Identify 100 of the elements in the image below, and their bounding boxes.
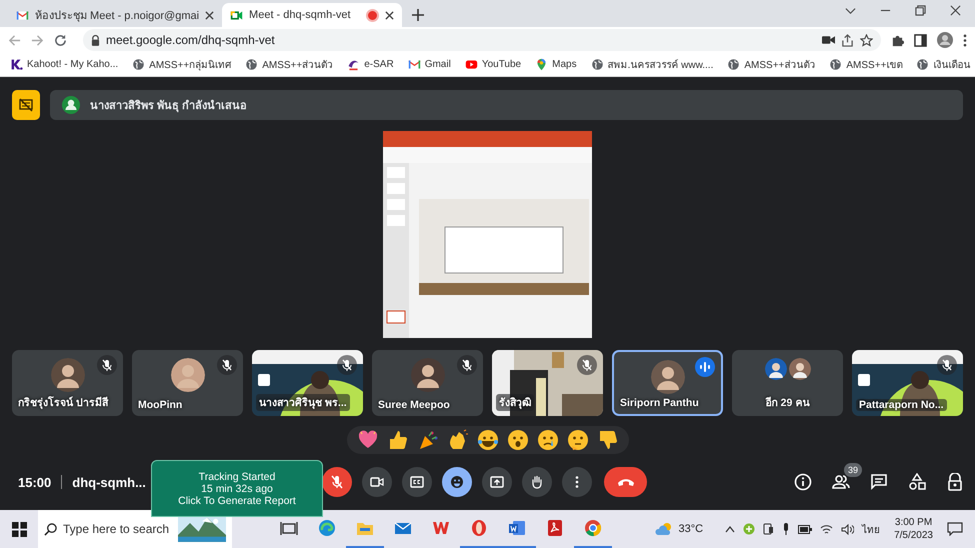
video-camera-icon[interactable] bbox=[822, 35, 835, 45]
emoji-icon bbox=[450, 475, 464, 489]
mic-off-icon bbox=[942, 359, 952, 371]
clock-time[interactable]: 3:00 PM bbox=[894, 516, 932, 529]
task-view-icon bbox=[280, 519, 298, 537]
bookmark-link[interactable]: สพม.นครสวรรค์ www.... bbox=[608, 57, 714, 72]
star-icon[interactable] bbox=[860, 34, 873, 46]
participant-tile[interactable]: Siriporn Panthu bbox=[612, 350, 723, 416]
participant-tile[interactable]: กริชรุ่งโรจน์ ปารมีสี bbox=[12, 350, 123, 416]
presenter-text: นางสาวสิริพร พันธุ กำลังนำเสนอ bbox=[90, 98, 248, 114]
avatar bbox=[788, 358, 810, 380]
participant-tile[interactable]: Suree Meepoo bbox=[372, 350, 483, 416]
tracking-popup[interactable]: Tracking Started 15 min 32s ago Click To Generate Report bbox=[151, 460, 323, 517]
participant-name: กริชรุ่งโรจน์ ปารมีสี bbox=[18, 395, 108, 411]
bookmark-link[interactable]: Gmail bbox=[424, 59, 451, 70]
participant-tile[interactable]: Pattaraporn No... bbox=[852, 350, 963, 416]
heart-icon[interactable] bbox=[356, 429, 378, 451]
avatar bbox=[764, 358, 786, 380]
avatar bbox=[410, 358, 444, 392]
activities-icon[interactable] bbox=[908, 473, 926, 491]
raise-hand-button[interactable] bbox=[522, 467, 552, 497]
bookmark-link[interactable]: Kahoot! - My Kaho... bbox=[27, 59, 118, 70]
host-controls-icon[interactable] bbox=[946, 473, 964, 491]
close-icon[interactable] bbox=[950, 5, 961, 16]
bookmark-link[interactable]: เงินเดือน bbox=[933, 57, 970, 72]
w-shape-icon bbox=[432, 519, 450, 537]
mail-icon bbox=[16, 8, 29, 22]
thinking-face-icon[interactable] bbox=[566, 429, 588, 451]
tracking-text: 15 min 32s ago bbox=[201, 482, 274, 494]
profile-avatar-icon[interactable] bbox=[937, 32, 953, 48]
microphone-icon[interactable] bbox=[782, 523, 790, 535]
present-off-icon bbox=[19, 98, 33, 112]
browser-tab[interactable]: Meet - dhq-sqmh-vet bbox=[222, 3, 402, 27]
participant-tile[interactable]: รังสิวุฒิ bbox=[492, 350, 603, 416]
chevron-up-icon[interactable] bbox=[725, 525, 736, 533]
more-icon[interactable] bbox=[963, 34, 967, 46]
present-screen-icon bbox=[490, 475, 504, 489]
input-language[interactable]: ไทย bbox=[862, 522, 880, 536]
bookmark-link[interactable]: AMSS++เขต bbox=[846, 57, 902, 72]
avatar bbox=[650, 360, 684, 394]
laughing-face-icon[interactable] bbox=[476, 429, 498, 451]
bookmark-link[interactable]: AMSS++ส่วนตัว bbox=[744, 57, 816, 72]
side-panel-icon[interactable] bbox=[914, 34, 927, 46]
wifi-icon[interactable] bbox=[820, 524, 834, 534]
taskbar-search-field[interactable]: Type here to search bbox=[38, 510, 232, 548]
presentation-button[interactable] bbox=[12, 90, 40, 120]
phone-link-icon[interactable] bbox=[763, 523, 774, 535]
video-camera-icon bbox=[230, 8, 244, 22]
participant-name: อีก 29 คน bbox=[766, 396, 810, 411]
avatar bbox=[170, 358, 204, 392]
close-icon[interactable] bbox=[385, 10, 394, 20]
bookmark-link[interactable]: e-SAR bbox=[364, 59, 394, 70]
surprised-face-icon[interactable] bbox=[506, 429, 528, 451]
address-bar[interactable]: meet.google.com/dhq-sqmh-vet bbox=[83, 29, 881, 51]
participant-tile[interactable]: อีก 29 คน bbox=[732, 350, 843, 416]
phone-icon bbox=[616, 477, 635, 487]
globe-icon bbox=[727, 58, 740, 71]
mic-off-icon bbox=[330, 475, 344, 489]
chat-icon[interactable] bbox=[870, 473, 888, 491]
mic-off-icon bbox=[342, 359, 352, 371]
bookmark-link[interactable]: AMSS++ส่วนตัว bbox=[262, 57, 334, 72]
reload-icon[interactable] bbox=[54, 34, 67, 46]
meeting-code: dhq-sqmh... bbox=[72, 474, 144, 490]
restore-icon[interactable] bbox=[915, 5, 926, 16]
new-tab-icon[interactable] bbox=[412, 9, 424, 21]
end-call-button[interactable] bbox=[604, 467, 648, 497]
crying-face-icon[interactable] bbox=[536, 429, 558, 451]
raise-hand-icon bbox=[530, 475, 544, 489]
participant-name: Suree Meepoo bbox=[378, 399, 450, 411]
more-options-button[interactable] bbox=[562, 467, 592, 497]
battery-icon[interactable] bbox=[798, 524, 812, 534]
people-icon[interactable] bbox=[832, 473, 850, 491]
clock-date[interactable]: 7/5/2023 bbox=[894, 529, 933, 542]
participant-tile[interactable]: นางสาวศิรินุช พร... bbox=[252, 350, 363, 416]
bookmark-link[interactable]: AMSS++กลุ่มนิเทศ bbox=[149, 57, 232, 72]
globe-icon bbox=[590, 58, 604, 71]
chrome-icon bbox=[584, 519, 602, 537]
close-icon[interactable] bbox=[205, 10, 214, 20]
speaker-icon[interactable] bbox=[841, 524, 854, 534]
participant-name: นางสาวศิรินุช พร... bbox=[256, 394, 350, 411]
mic-off-button[interactable] bbox=[322, 467, 352, 497]
puzzle-icon[interactable] bbox=[891, 34, 904, 46]
globe-icon bbox=[132, 58, 146, 71]
windows-start-icon[interactable] bbox=[12, 522, 26, 536]
emoji-button[interactable] bbox=[442, 467, 472, 497]
info-icon[interactable] bbox=[794, 473, 812, 491]
map-pin-icon bbox=[535, 58, 548, 71]
share-icon[interactable] bbox=[841, 34, 854, 46]
bookmark-link[interactable]: YouTube bbox=[482, 59, 522, 70]
notification-icon[interactable] bbox=[947, 522, 963, 536]
globe-icon bbox=[916, 58, 930, 71]
captions-button[interactable] bbox=[402, 467, 432, 497]
globe-icon bbox=[829, 58, 842, 71]
participant-tile[interactable]: MooPinn bbox=[132, 350, 243, 416]
bookmark-link[interactable]: Maps bbox=[552, 59, 577, 70]
present-screen-button[interactable] bbox=[482, 467, 512, 497]
edge-icon bbox=[318, 519, 336, 537]
captions-icon bbox=[410, 475, 424, 489]
camera-button[interactable] bbox=[362, 467, 392, 497]
browser-tab[interactable]: ห้องประชุม Meet - p.noigor@gmai bbox=[8, 3, 222, 27]
